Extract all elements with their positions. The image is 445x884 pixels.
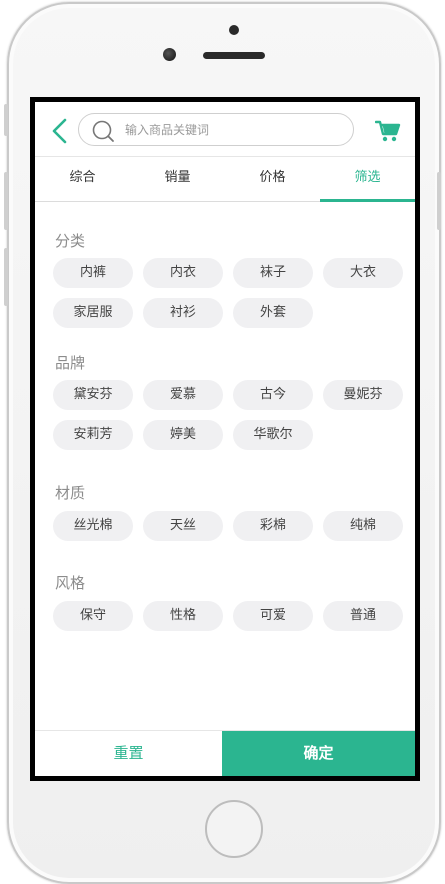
filter-option[interactable]: 保守 bbox=[53, 601, 133, 631]
sensor-dot bbox=[229, 25, 239, 35]
confirm-button[interactable]: 确定 bbox=[222, 731, 415, 776]
top-bar bbox=[35, 102, 415, 157]
filter-option[interactable]: 爱慕 bbox=[143, 380, 223, 410]
filter-option[interactable]: 丝光棉 bbox=[53, 511, 133, 541]
filter-option[interactable]: 黛安芬 bbox=[53, 380, 133, 410]
power-button bbox=[437, 172, 441, 230]
filter-option[interactable]: 古今 bbox=[233, 380, 313, 410]
filter-option[interactable]: 婷美 bbox=[143, 420, 223, 450]
tab-sales[interactable]: 销量 bbox=[130, 157, 225, 201]
filter-option[interactable]: 袜子 bbox=[233, 258, 313, 288]
chevron-left-icon[interactable] bbox=[49, 118, 71, 144]
search-box[interactable] bbox=[78, 113, 354, 146]
filter-option[interactable]: 大衣 bbox=[323, 258, 403, 288]
option-row: 丝光棉 天丝 彩棉 纯棉 bbox=[53, 511, 413, 541]
section-title-brand: 品牌 bbox=[55, 354, 86, 372]
filter-option[interactable]: 曼妮芬 bbox=[323, 380, 403, 410]
filter-option[interactable]: 安莉芳 bbox=[53, 420, 133, 450]
cart-icon[interactable] bbox=[375, 119, 401, 143]
option-row: 保守 性格 可爱 普通 bbox=[53, 601, 413, 631]
filter-option[interactable]: 华歌尔 bbox=[233, 420, 313, 450]
search-icon bbox=[92, 120, 114, 142]
front-camera bbox=[163, 48, 176, 61]
section-title-category: 分类 bbox=[55, 232, 86, 250]
option-row: 内裤 内衣 袜子 大衣 bbox=[53, 258, 413, 288]
option-row: 黛安芬 爱慕 古今 曼妮芬 bbox=[53, 380, 413, 410]
filter-option[interactable]: 外套 bbox=[233, 298, 313, 328]
earpiece-speaker bbox=[203, 52, 265, 59]
section-title-material: 材质 bbox=[55, 484, 86, 502]
filter-option[interactable]: 普通 bbox=[323, 601, 403, 631]
reset-button[interactable]: 重置 bbox=[35, 731, 222, 776]
volume-up-button bbox=[4, 172, 8, 230]
tab-comprehensive[interactable]: 综合 bbox=[35, 157, 130, 201]
filter-option[interactable]: 纯棉 bbox=[323, 511, 403, 541]
mute-switch bbox=[4, 104, 8, 136]
filter-option[interactable]: 家居服 bbox=[53, 298, 133, 328]
sort-tabs: 综合 销量 价格 筛选 bbox=[35, 157, 415, 202]
filter-option[interactable]: 内裤 bbox=[53, 258, 133, 288]
tab-filter[interactable]: 筛选 bbox=[320, 157, 415, 202]
app-screen: 综合 销量 价格 筛选 分类 内裤 内衣 袜子 大衣 家居服 衬衫 外套 品牌 … bbox=[30, 97, 420, 781]
section-title-style: 风格 bbox=[55, 574, 86, 592]
home-button[interactable] bbox=[205, 800, 263, 858]
search-input[interactable] bbox=[125, 114, 345, 145]
filter-actions: 重置 确定 bbox=[35, 730, 415, 776]
filter-option[interactable]: 可爱 bbox=[233, 601, 313, 631]
filter-option[interactable]: 性格 bbox=[143, 601, 223, 631]
filter-option[interactable]: 衬衫 bbox=[143, 298, 223, 328]
filter-option[interactable]: 天丝 bbox=[143, 511, 223, 541]
option-row: 家居服 衬衫 外套 bbox=[53, 298, 413, 328]
volume-down-button bbox=[4, 248, 8, 306]
filter-option[interactable]: 内衣 bbox=[143, 258, 223, 288]
filter-option[interactable]: 彩棉 bbox=[233, 511, 313, 541]
tab-price[interactable]: 价格 bbox=[225, 157, 320, 201]
option-row: 安莉芳 婷美 华歌尔 bbox=[53, 420, 413, 450]
